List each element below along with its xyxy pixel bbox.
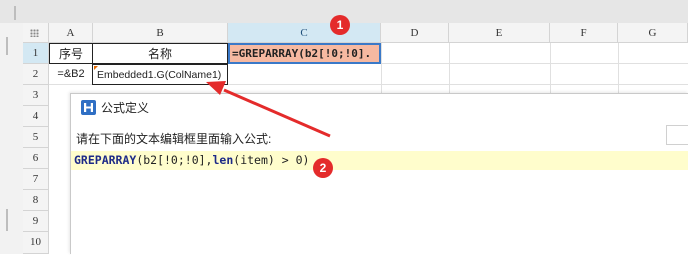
annotation-badge-1: 1 <box>330 15 350 35</box>
row-header-2[interactable]: 2 <box>23 64 49 85</box>
dialog-side-input[interactable] <box>666 125 688 145</box>
column-header-f[interactable]: F <box>550 23 618 43</box>
formula-editor-area[interactable] <box>71 170 688 255</box>
cell-a1[interactable]: 序号 <box>49 43 93 64</box>
column-header-d[interactable]: D <box>381 23 449 43</box>
left-panel-strip <box>0 23 23 254</box>
cell-b2[interactable]: Embedded1.G(ColName1) <box>92 64 228 85</box>
formula-function: GREPARRAY <box>74 153 137 167</box>
formula-dialog: 公式定义 请在下面的文本编辑框里面输入公式: GREPARRAY(b2[!0;!… <box>70 93 688 255</box>
column-header-c[interactable]: C <box>228 23 381 43</box>
formula-args: (item) > 0) <box>233 153 310 167</box>
formula-function: len <box>212 153 234 167</box>
left-panel-grip <box>6 37 8 55</box>
column-header-a[interactable]: A <box>49 23 93 43</box>
dialog-titlebar[interactable]: 公式定义 <box>71 94 688 121</box>
row-header-10[interactable]: 10 <box>23 232 49 254</box>
row-header-6[interactable]: 6 <box>23 148 49 169</box>
fine-report-logo-icon <box>81 100 96 115</box>
cell-c1-selected[interactable]: =GREPARRAY(b2[!0;!0]. <box>228 43 381 64</box>
formula-args: (b2[!0;!0], <box>136 153 213 167</box>
row-header-4[interactable]: 4 <box>23 106 49 127</box>
formula-editor[interactable]: GREPARRAY(b2[!0;!0],len(item) > 0) <box>71 151 688 170</box>
dialog-title: 公式定义 <box>101 101 150 115</box>
cell-b2-text: Embedded1.G(ColName1) <box>97 69 222 81</box>
column-header-b[interactable]: B <box>93 23 228 43</box>
cell-a2[interactable]: =&B2 <box>49 64 93 85</box>
row-header-1[interactable]: 1 <box>23 43 49 64</box>
column-header-e[interactable]: E <box>449 23 550 43</box>
column-header-g[interactable]: G <box>618 23 688 43</box>
row-header-5[interactable]: 5 <box>23 127 49 148</box>
row-header-3[interactable]: 3 <box>23 85 49 106</box>
annotation-badge-2: 2 <box>313 158 333 178</box>
row-header-9[interactable]: 9 <box>23 211 49 232</box>
expand-marker-icon <box>94 66 98 70</box>
toolbar-grip <box>14 6 16 20</box>
dialog-prompt: 请在下面的文本编辑框里面输入公式: <box>76 132 272 146</box>
cell-b1[interactable]: 名称 <box>92 43 228 64</box>
row-header-7[interactable]: 7 <box>23 169 49 190</box>
select-all-icon[interactable] <box>23 23 49 43</box>
row-header-8[interactable]: 8 <box>23 190 49 211</box>
left-panel-grip <box>6 209 8 231</box>
